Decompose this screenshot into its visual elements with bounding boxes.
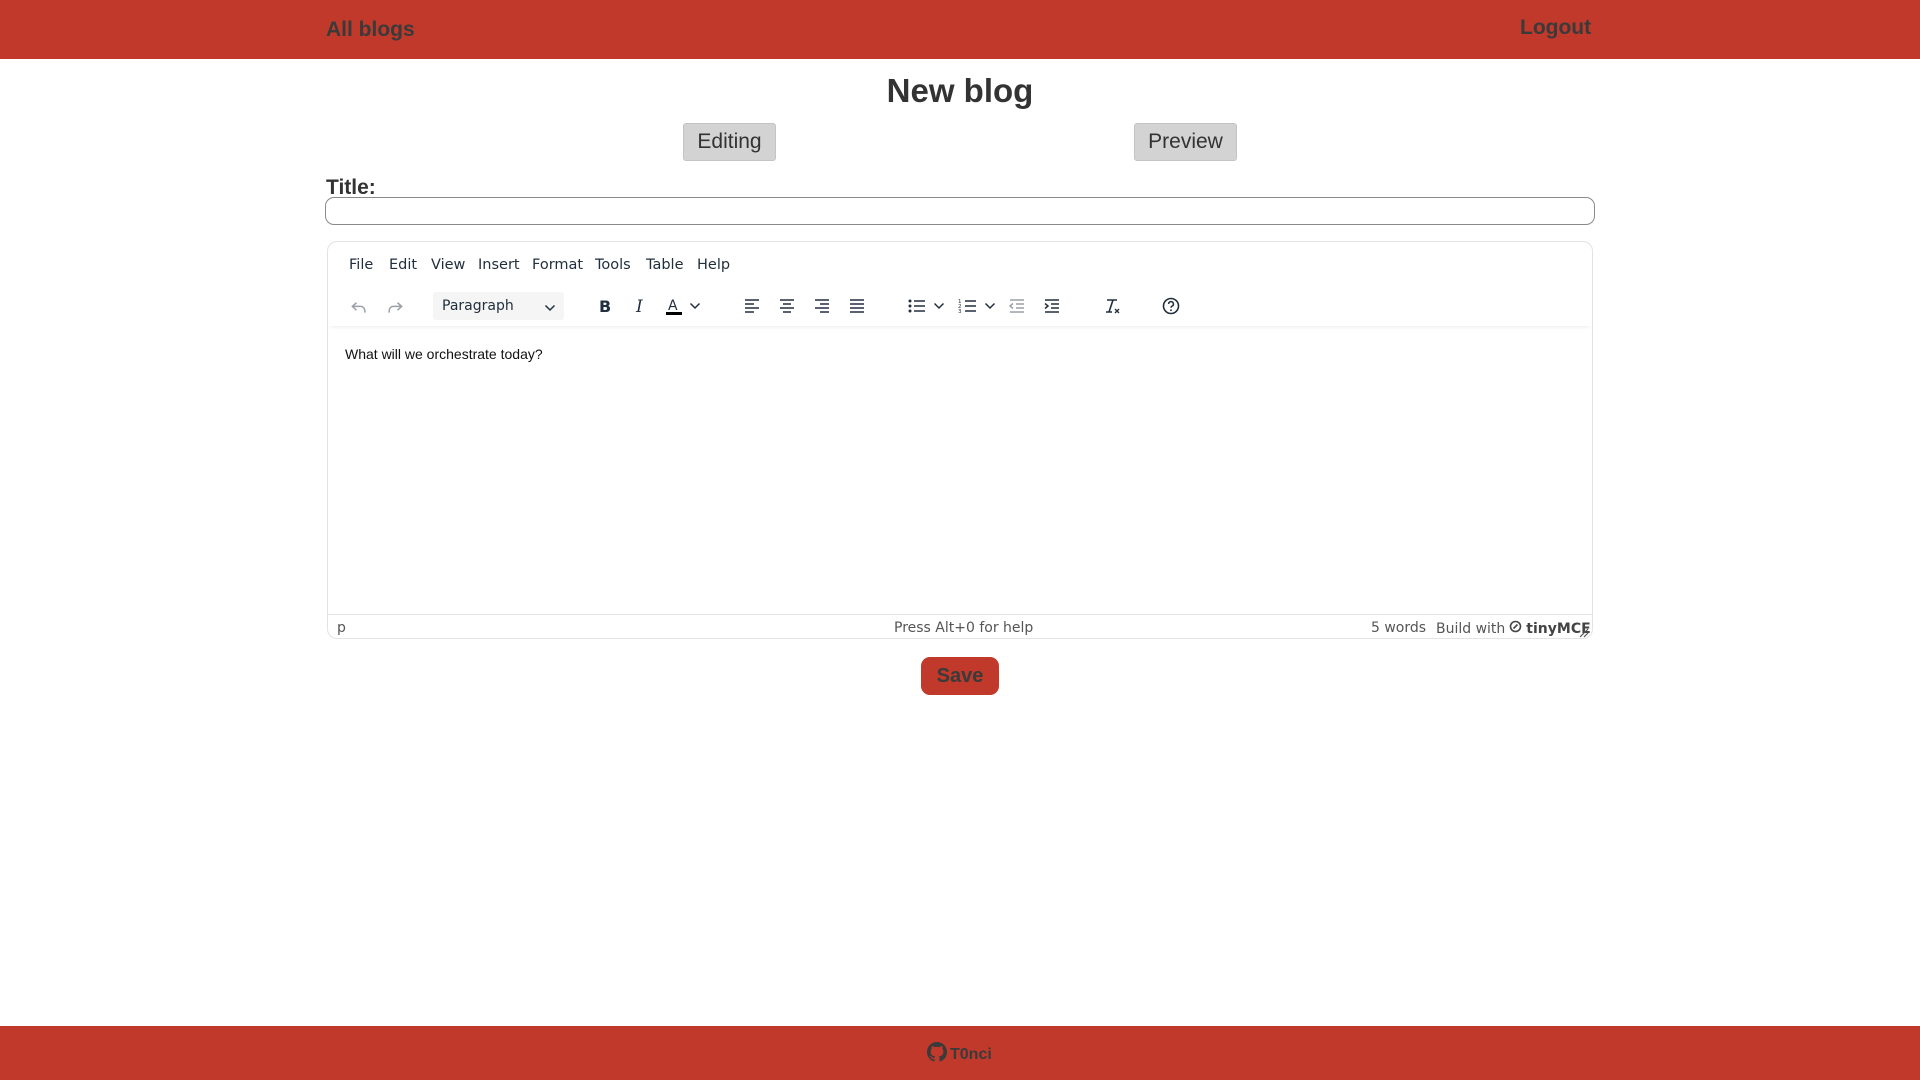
redo-icon[interactable] — [381, 292, 409, 320]
page-title: New blog — [886, 72, 1034, 109]
italic-icon[interactable]: I — [626, 292, 654, 320]
preview-mode-button[interactable]: Preview — [1134, 123, 1237, 161]
github-username: T0nci — [950, 1045, 992, 1063]
block-format-value: Paragraph — [442, 298, 514, 314]
svg-text:3: 3 — [958, 309, 962, 315]
menu-format[interactable]: Format — [532, 257, 583, 273]
menu-insert[interactable]: Insert — [478, 257, 520, 273]
clear-formatting-icon[interactable] — [1098, 292, 1126, 320]
editor-statusbar: p Press Alt+0 for help 5 words Build wit… — [328, 614, 1592, 638]
word-count[interactable]: 5 words — [1371, 620, 1426, 636]
svg-text:B: B — [599, 297, 611, 316]
footer: T0nci — [0, 1026, 1920, 1080]
menu-file[interactable]: File — [349, 257, 373, 273]
help-hint: Press Alt+0 for help — [894, 620, 1034, 636]
align-justify-icon[interactable] — [843, 292, 871, 320]
text-color-icon[interactable]: A — [661, 292, 687, 320]
indent-icon[interactable] — [1038, 292, 1066, 320]
bold-icon[interactable]: B — [591, 292, 619, 320]
outdent-icon[interactable] — [1003, 292, 1031, 320]
rich-text-editor: File Edit View Insert Format Tools Table… — [327, 241, 1593, 639]
menu-table[interactable]: Table — [646, 257, 684, 273]
align-left-icon[interactable] — [738, 292, 766, 320]
menu-view[interactable]: View — [431, 257, 465, 273]
menu-help[interactable]: Help — [697, 257, 730, 273]
resize-handle-icon[interactable] — [1579, 626, 1589, 638]
menu-tools[interactable]: Tools — [595, 257, 631, 273]
editor-toolbar: Paragraph B I A 1 2 3 — [328, 286, 1592, 326]
help-icon[interactable] — [1157, 292, 1185, 320]
chevron-down-icon[interactable] — [687, 292, 703, 320]
editor-content-text[interactable]: What will we orchestrate today? — [345, 346, 543, 362]
tinymce-branding[interactable]: Build with tinyMCE — [1436, 620, 1591, 637]
element-path[interactable]: p — [337, 620, 346, 636]
title-input[interactable] — [325, 197, 1595, 225]
svg-text:A: A — [668, 298, 678, 314]
align-right-icon[interactable] — [808, 292, 836, 320]
chevron-down-icon[interactable] — [982, 292, 998, 320]
numbered-list-icon[interactable]: 123 — [954, 292, 982, 320]
undo-icon[interactable] — [345, 292, 373, 320]
menu-edit[interactable]: Edit — [389, 257, 417, 273]
github-link[interactable]: T0nci — [927, 1042, 992, 1067]
tinymce-logo-icon — [1509, 620, 1522, 637]
block-format-select[interactable]: Paragraph — [433, 292, 564, 320]
brand-prefix: Build with — [1436, 620, 1506, 637]
svg-text:I: I — [635, 297, 643, 316]
bullet-list-icon[interactable] — [903, 292, 931, 320]
editor-menubar: File Edit View Insert Format Tools Table… — [328, 242, 1592, 284]
github-icon — [927, 1042, 947, 1067]
save-button[interactable]: Save — [921, 657, 999, 695]
logout-link[interactable]: Logout — [1520, 16, 1591, 40]
align-center-icon[interactable] — [773, 292, 801, 320]
top-nav-bar: All blogs Logout — [0, 0, 1920, 59]
chevron-down-icon[interactable] — [931, 292, 947, 320]
editing-mode-button[interactable]: Editing — [683, 123, 776, 161]
all-blogs-link[interactable]: All blogs — [326, 18, 415, 42]
chevron-down-icon — [544, 301, 556, 317]
